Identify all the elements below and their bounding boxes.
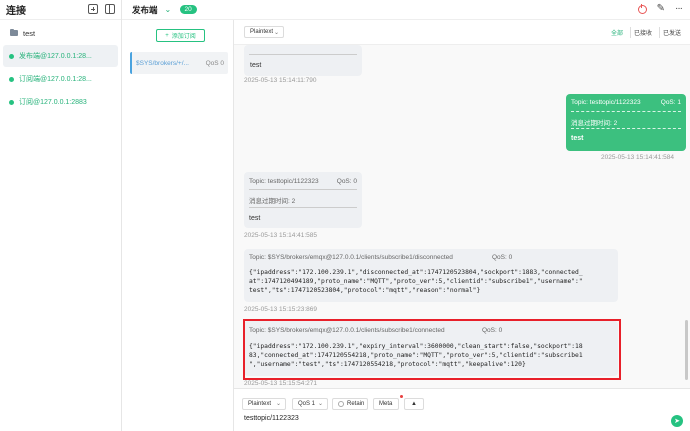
payload-line: test","ts":1747120523804,"protocol":"mqt… [249, 287, 481, 294]
header-actions: ✎ ··· [637, 3, 683, 14]
meta-indicator-dot [400, 395, 403, 398]
retain-label: Retain [347, 401, 365, 407]
more-icon[interactable]: ··· [675, 4, 683, 14]
folder-item[interactable]: test [0, 22, 121, 44]
payload-line: at":1747120494189,"proto_name":"MQTT","p… [249, 278, 583, 285]
retain-radio-icon [338, 401, 344, 407]
disconnect-icon[interactable] [637, 3, 647, 14]
sidebar-actions [88, 4, 115, 14]
add-subscription-label: 添加订阅 [171, 34, 196, 40]
subscriptions-panel: + 添加订阅 $SYS/brokers/+/... QoS 0 [122, 20, 234, 431]
message-payload: test [250, 62, 262, 69]
divider [571, 128, 681, 129]
incoming-message: Topic: testtopic/1122323 QoS: 0 消息过期时间: … [244, 172, 362, 228]
connection-label: 订阅@127.0.0.1:2883 [19, 99, 87, 106]
topic-input[interactable]: testtopic/1122323 [244, 415, 299, 422]
add-subscription-button[interactable]: + 添加订阅 [156, 29, 205, 42]
plus-icon: + [165, 32, 169, 39]
message-qos: QoS: 1 [660, 99, 681, 106]
connected-status-icon [9, 76, 14, 82]
message-composer: Plaintext ⌄ QoS 1 ⌄ Retain Meta ▲ testto… [234, 388, 690, 431]
message-count-badge: 20 [179, 5, 197, 14]
tab-all[interactable]: 全部 [608, 27, 626, 38]
message-time: 2025-05-13 15:14:41:584 [601, 154, 675, 161]
message-time: 2025-05-13 15:15:23:869 [244, 306, 318, 313]
qos-value: QoS 1 [298, 401, 316, 407]
tab-sent[interactable]: 已发送 [658, 27, 684, 38]
payload-format-value: Plaintext [248, 401, 272, 407]
message-qos: QoS: 0 [492, 254, 513, 261]
payload-format-select[interactable]: Plaintext ⌄ [242, 398, 286, 410]
connection-item-subscribe[interactable]: 订阅@127.0.0.1:2883 [3, 91, 118, 113]
meta-button[interactable]: Meta [373, 398, 399, 410]
caret-up-icon: ▲ [411, 401, 417, 407]
message-time: 2025-05-13 15:14:41:585 [244, 232, 318, 239]
message-expiry: 消息过期时间: 2 [249, 198, 296, 205]
subscription-qos: QoS 0 [205, 59, 224, 67]
chevron-double-down-icon[interactable]: ⌄ [165, 5, 174, 14]
outgoing-message: Topic: testtopic/1122323 QoS: 1 消息过期时间: … [566, 94, 686, 151]
message-topic: Topic: testtopic/1122323 [249, 178, 319, 185]
message-time: 2025-05-13 15:15:54:271 [244, 380, 318, 387]
incoming-message: test [244, 45, 362, 76]
send-button[interactable]: ➤ [671, 415, 683, 427]
meta-label: Meta [379, 401, 393, 407]
highlight-box [243, 319, 621, 380]
message-expiry: 消息过期时间: 2 [571, 120, 618, 127]
message-time: 2025-05-13 15:14:11:790 [244, 77, 317, 84]
message-qos: QoS: 0 [336, 178, 357, 185]
message-payload: test [249, 215, 261, 222]
message-filter-bar: Plaintext ⌄ 全部 已接收 已发送 [234, 20, 690, 45]
message-type-tabs: 全部 已接收 已发送 [608, 27, 684, 38]
folder-label: test [23, 28, 36, 38]
scrollbar[interactable] [685, 320, 688, 380]
divider [249, 189, 357, 190]
payload-format-value: Plaintext [250, 29, 274, 35]
message-topic: Topic: testtopic/1122323 [571, 99, 641, 106]
collapse-button[interactable]: ▲ [404, 398, 424, 410]
send-icon: ➤ [674, 418, 680, 425]
connection-label: 订阅端@127.0.0.1:28... [19, 76, 92, 83]
divider [249, 207, 357, 208]
folder-icon [10, 28, 18, 36]
toggle-panel-icon[interactable] [105, 4, 115, 14]
divider [571, 111, 681, 112]
tab-received[interactable]: 已接收 [629, 27, 655, 38]
message-payload: test [571, 135, 584, 142]
message-list[interactable]: Plaintext ⌄ 全部 已接收 已发送 test 2025-05-13 1… [234, 20, 690, 388]
subscription-topic: $SYS/brokers/+/... [136, 59, 189, 67]
sidebar-title: 连接 [6, 6, 26, 17]
chevron-down-icon: ⌄ [275, 401, 281, 407]
add-connection-icon[interactable] [88, 4, 98, 14]
connected-status-icon [9, 99, 14, 105]
chevron-down-icon: ⌄ [317, 401, 323, 407]
qos-select[interactable]: QoS 1 ⌄ [292, 398, 328, 410]
connection-header: 发布端 ⌄ 20 ✎ ··· [122, 0, 690, 20]
connection-title: 发布端 [132, 4, 158, 15]
chevron-down-icon: ⌄ [273, 30, 279, 36]
retain-toggle[interactable]: Retain [332, 398, 368, 410]
payload-line: {"ipaddress":"172.100.239.1","disconnect… [249, 269, 583, 276]
connection-item-subscriber[interactable]: 订阅端@127.0.0.1:28... [3, 68, 118, 90]
connected-status-icon [9, 53, 14, 59]
message-payload: {"ipaddress":"172.100.239.1","disconnect… [249, 268, 583, 295]
message-topic: Topic: $SYS/brokers/emqx@127.0.0.1/clien… [249, 254, 453, 261]
connections-sidebar: 连接 test 发布端@127.0.0.1:28... 订阅端@127.0.0.… [0, 0, 122, 431]
incoming-message: Topic: $SYS/brokers/emqx@127.0.0.1/clien… [244, 249, 618, 302]
connection-item-publisher[interactable]: 发布端@127.0.0.1:28... [3, 45, 118, 67]
payload-format-select[interactable]: Plaintext ⌄ [244, 26, 284, 38]
connection-label: 发布端@127.0.0.1:28... [19, 53, 92, 60]
subscription-item[interactable]: $SYS/brokers/+/... QoS 0 [130, 52, 228, 74]
edit-icon[interactable]: ✎ [657, 4, 665, 14]
divider [249, 54, 357, 55]
